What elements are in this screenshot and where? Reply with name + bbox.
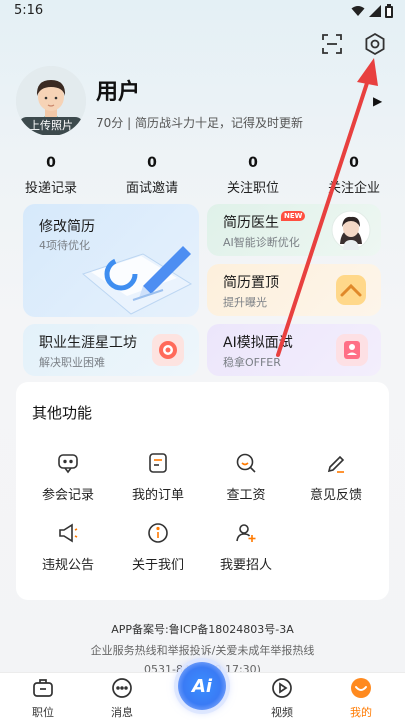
func-recruit[interactable]: 我要招人 (206, 520, 286, 573)
video-play-icon (272, 678, 292, 698)
card-ai-interview[interactable]: AI模拟面试 稳拿OFFER (207, 324, 381, 376)
chat-bubble-icon (55, 450, 81, 476)
status-icons (351, 4, 393, 18)
nav-video[interactable]: 视频 (252, 677, 312, 720)
battery-icon (385, 4, 393, 18)
nav-messages[interactable]: 消息 (92, 677, 152, 720)
card-title: 职业生涯星工坊 (39, 335, 137, 351)
username[interactable]: 用户 (96, 74, 140, 106)
stat-label: 面试邀请 (125, 181, 178, 196)
stat-num: 0 (46, 155, 56, 171)
panel-title: 其他功能 (32, 404, 93, 422)
card-title: 简历置顶 (223, 275, 279, 291)
func-meeting-records[interactable]: 参会记录 (28, 450, 108, 503)
card-resume-top[interactable]: 简历置顶 提升曝光 (207, 264, 381, 316)
pencil-icon (323, 450, 349, 476)
ai-center-icon: Ai (191, 675, 213, 697)
nav-label: 消息 (111, 706, 133, 719)
nav-label: 我的 (350, 706, 372, 719)
service-hotline[interactable]: 企业服务热线和举报投诉/关爱未成年举报热线 (0, 642, 405, 658)
func-label: 意见反馈 (309, 488, 362, 503)
resume-score-tagline[interactable]: 70分 | 简历战斗力十足，记得及时更新 (96, 114, 303, 131)
stats-row: 0 投递记录 0 面试邀请 0 关注职位 0 关注企业 (0, 155, 405, 197)
target-icon (152, 334, 184, 366)
card-title: 简历医生 (223, 215, 279, 231)
stat-num: 0 (147, 155, 157, 171)
ai-center-button[interactable]: Ai (178, 662, 226, 710)
card-subtitle: 稳拿OFFER (223, 356, 281, 369)
card-title: 修改简历 (39, 219, 95, 235)
signal-icon (369, 5, 381, 17)
stat-interviews[interactable]: 0 面试邀请 (107, 155, 197, 196)
status-bar: 5:16 (0, 0, 405, 26)
func-label: 违规公告 (41, 558, 94, 573)
func-about-us[interactable]: 关于我们 (118, 520, 198, 573)
card-career-workshop[interactable]: 职业生涯星工坊 解决职业困难 (23, 324, 199, 376)
stat-followed-companies[interactable]: 0 关注企业 (309, 155, 399, 196)
func-violation-notice[interactable]: 违规公告 (28, 520, 108, 573)
chevron-right-icon[interactable]: ▶ (373, 94, 382, 108)
stat-label: 关注企业 (327, 181, 380, 196)
func-label: 我要招人 (219, 558, 272, 573)
func-label: 关于我们 (131, 558, 184, 573)
func-label: 参会记录 (41, 488, 94, 503)
status-time: 5:16 (14, 3, 44, 18)
top-boost-icon (336, 275, 366, 305)
settings-hex-icon[interactable] (361, 30, 389, 58)
nav-label: 视频 (271, 706, 293, 719)
func-my-orders[interactable]: 我的订单 (118, 450, 198, 503)
stat-applications[interactable]: 0 投递记录 (6, 155, 96, 196)
info-icon (145, 520, 171, 546)
card-subtitle: 解决职业困难 (39, 356, 105, 369)
my-profile-icon (351, 678, 371, 698)
stat-num: 0 (349, 155, 359, 171)
func-label: 查工资 (226, 488, 266, 503)
user-plus-icon (233, 520, 259, 546)
new-badge: NEW (281, 211, 306, 221)
message-icon (112, 678, 132, 698)
stat-label: 关注职位 (226, 181, 279, 196)
megaphone-icon (55, 520, 81, 546)
func-check-salary[interactable]: 查工资 (206, 450, 286, 503)
stat-followed-jobs[interactable]: 0 关注职位 (208, 155, 298, 196)
scan-icon[interactable] (318, 30, 346, 58)
order-list-icon (145, 450, 171, 476)
func-label: 我的订单 (131, 488, 184, 503)
search-salary-icon (233, 450, 259, 476)
stat-num: 0 (248, 155, 258, 171)
upload-photo-label[interactable]: 上传照片 (18, 117, 84, 135)
other-functions-panel: 其他功能 参会记录 我的订单 查工资 意见反馈 违规公告 关于我们 我要招人 (16, 382, 389, 600)
resume-pencil-icon (81, 246, 193, 315)
doctor-avatar-icon (331, 210, 371, 250)
interview-person-icon (336, 334, 368, 366)
nav-jobs[interactable]: 职位 (13, 677, 73, 720)
nav-label: 职位 (32, 706, 54, 719)
stat-label: 投递记录 (24, 181, 77, 196)
card-resume-doctor[interactable]: 简历医生 NEW AI智能诊断优化 (207, 204, 381, 256)
nav-my[interactable]: 我的 (331, 677, 391, 720)
avatar[interactable]: 上传照片 (16, 66, 86, 136)
func-feedback[interactable]: 意见反馈 (296, 450, 376, 503)
card-subtitle: 提升曝光 (223, 296, 267, 309)
card-subtitle: AI智能诊断优化 (223, 236, 300, 249)
icp-record: APP备案号:鲁ICP备18024803号-3A (111, 623, 294, 636)
card-edit-resume[interactable]: 修改简历 4项待优化 (23, 204, 199, 317)
briefcase-icon (33, 679, 53, 697)
wifi-icon (351, 6, 365, 16)
card-title: AI模拟面试 (223, 335, 293, 351)
